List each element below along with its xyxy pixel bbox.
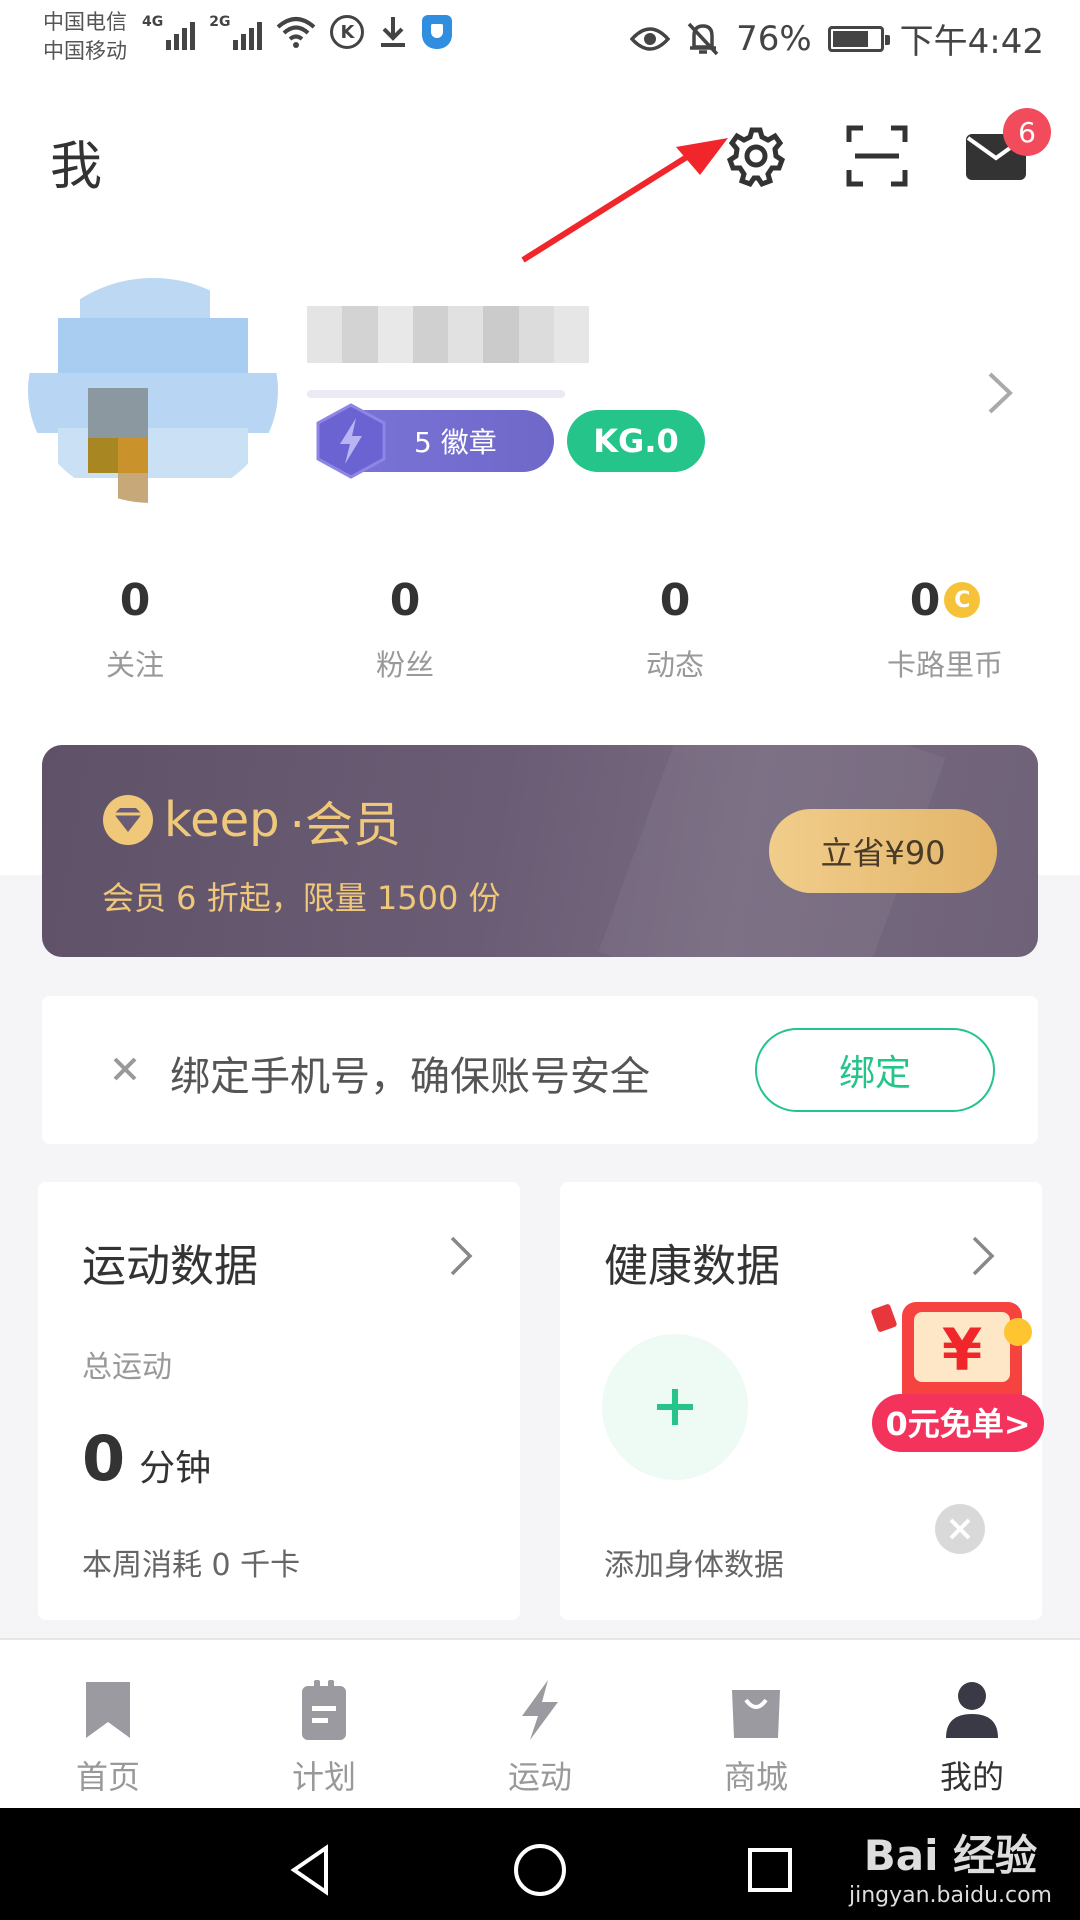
vip-brand-suffix: ·会员 bbox=[289, 797, 401, 853]
recents-square-icon[interactable] bbox=[740, 1840, 800, 1900]
k-app-icon: K bbox=[330, 15, 365, 49]
battery-fill bbox=[832, 30, 868, 47]
health-data-title: 健康数据 bbox=[604, 1241, 780, 1292]
lightning-icon bbox=[522, 1680, 558, 1740]
keep-vip-logo: keep ·会员 bbox=[102, 785, 401, 855]
bookmark-icon bbox=[86, 1682, 130, 1738]
stat-following[interactable]: 0 关注 bbox=[35, 572, 235, 684]
tab-store[interactable]: 商城 bbox=[676, 1678, 836, 1798]
clipboard-icon bbox=[302, 1680, 346, 1740]
battery-icon bbox=[827, 25, 890, 52]
vip-membership-banner[interactable]: keep ·会员 会员 6 折起，限量 1500 份 立省¥90 bbox=[42, 745, 1038, 957]
signal-2g-icon: 2G bbox=[209, 14, 263, 50]
tab-home-label: 首页 bbox=[75, 1758, 140, 1796]
watermark-line-2: jingyan.baidu.com bbox=[848, 1883, 1052, 1908]
close-icon bbox=[949, 1518, 971, 1540]
wifi-icon bbox=[277, 17, 316, 48]
download-icon bbox=[381, 17, 406, 47]
settings-gear-icon[interactable] bbox=[724, 124, 788, 188]
signal-4g-label: 4G bbox=[142, 14, 164, 30]
promo-label: 0元免单> bbox=[885, 1405, 1030, 1443]
red-annotation-arrow bbox=[521, 138, 728, 263]
stat-coins-label: 卡路里币 bbox=[886, 648, 1003, 682]
watermark-line-1: Bai 经验 bbox=[863, 1831, 1038, 1880]
coin-icon: C bbox=[944, 582, 981, 618]
home-circle-icon[interactable] bbox=[510, 1840, 570, 1900]
tab-plan[interactable]: 计划 bbox=[244, 1678, 404, 1798]
baidu-jingyan-watermark: Bai 经验 jingyan.baidu.com bbox=[849, 1822, 1052, 1908]
bind-button[interactable]: 绑定 bbox=[755, 1028, 995, 1112]
status-bar: 中国电信 中国移动 4G 2G K 76% 下午4:42 bbox=[0, 0, 1080, 75]
bell-muted-icon bbox=[687, 22, 719, 55]
shopping-bag-icon bbox=[732, 1690, 780, 1738]
tab-home[interactable]: 首页 bbox=[28, 1678, 188, 1798]
tab-workout-label: 运动 bbox=[507, 1758, 572, 1796]
promo-yen-symbol: ¥ bbox=[942, 1316, 982, 1384]
eye-icon bbox=[630, 26, 671, 51]
status-icons-left: 4G 2G K bbox=[142, 14, 453, 50]
tab-plan-label: 计划 bbox=[291, 1758, 356, 1796]
chevron-right-icon bbox=[450, 1236, 473, 1276]
close-icon[interactable] bbox=[100, 1044, 150, 1094]
minutes-unit: 分钟 bbox=[139, 1448, 212, 1489]
stat-following-value: 0 bbox=[119, 574, 151, 626]
promo-close-button[interactable] bbox=[935, 1504, 985, 1554]
username-blurred bbox=[307, 306, 589, 363]
vip-brand: keep bbox=[164, 792, 280, 848]
signal-4g-icon: 4G bbox=[142, 14, 196, 50]
clock: 下午4:42 bbox=[899, 22, 1044, 62]
bind-phone-text: 绑定手机号，确保账号安全 bbox=[170, 1054, 650, 1100]
sport-data-title: 运动数据 bbox=[82, 1241, 258, 1292]
tab-me[interactable]: 我的 bbox=[892, 1678, 1052, 1798]
stat-followers-value: 0 bbox=[389, 574, 421, 626]
stat-posts[interactable]: 0 动态 bbox=[575, 572, 775, 684]
page-title: 我 bbox=[50, 137, 103, 197]
add-body-data-button[interactable] bbox=[602, 1334, 748, 1480]
name-underline bbox=[307, 390, 565, 398]
security-shield-icon bbox=[422, 15, 453, 49]
add-body-data-label: 添加身体数据 bbox=[604, 1548, 784, 1583]
weekly-calories-text: 本周消耗 0 千卡 bbox=[82, 1548, 301, 1583]
badges-label: 5 徽章 bbox=[414, 426, 497, 459]
tab-me-label: 我的 bbox=[939, 1758, 1004, 1796]
total-sport-value: 0 分钟 bbox=[82, 1422, 211, 1495]
kg-level-badge[interactable]: KG.0 bbox=[567, 410, 705, 472]
stat-calorie-coins[interactable]: 0 C 卡路里币 bbox=[845, 572, 1045, 684]
back-triangle-icon[interactable] bbox=[280, 1840, 340, 1900]
system-navigation-bar: Bai 经验 jingyan.baidu.com bbox=[0, 1808, 1080, 1920]
diamond-icon bbox=[103, 795, 153, 845]
lightning-badge-icon bbox=[316, 403, 386, 479]
status-icons-right: 76% 下午4:42 bbox=[630, 14, 1044, 63]
carrier-2: 中国移动 bbox=[43, 39, 127, 63]
free-order-promo-icon[interactable]: ¥ 0元免单> bbox=[868, 1296, 1048, 1466]
stat-followers[interactable]: 0 粉丝 bbox=[305, 572, 505, 684]
stat-following-label: 关注 bbox=[105, 648, 164, 682]
carrier-names: 中国电信 中国移动 bbox=[43, 8, 127, 66]
avatar[interactable] bbox=[28, 278, 278, 503]
bind-phone-card: 绑定手机号，确保账号安全 绑定 bbox=[42, 996, 1038, 1144]
mail-notification-badge: 6 bbox=[1003, 108, 1051, 156]
stat-coins-value: 0 bbox=[909, 574, 941, 626]
person-icon bbox=[946, 1682, 998, 1738]
vip-subtitle: 会员 6 折起，限量 1500 份 bbox=[102, 879, 501, 917]
total-sport-label: 总运动 bbox=[82, 1350, 172, 1385]
screen: 中国电信 中国移动 4G 2G K 76% 下午4:42 我 6 5 徽章 KG… bbox=[0, 0, 1080, 1920]
scan-icon[interactable] bbox=[845, 124, 909, 188]
sport-data-card[interactable]: 运动数据 总运动 0 分钟 本周消耗 0 千卡 bbox=[38, 1182, 520, 1620]
chevron-right-icon bbox=[972, 1236, 995, 1276]
tab-store-label: 商城 bbox=[723, 1758, 788, 1796]
signal-2g-label: 2G bbox=[209, 14, 231, 30]
vip-save-button[interactable]: 立省¥90 bbox=[769, 809, 997, 893]
stat-coins-row: 0 C bbox=[845, 572, 1045, 628]
carrier-1: 中国电信 bbox=[43, 10, 127, 34]
stat-posts-value: 0 bbox=[659, 574, 691, 626]
bottom-tab-bar: 首页 计划 运动 商城 我的 bbox=[0, 1638, 1080, 1808]
profile-chevron-right-icon[interactable] bbox=[985, 370, 1015, 416]
stat-followers-label: 粉丝 bbox=[375, 648, 434, 682]
tab-workout[interactable]: 运动 bbox=[460, 1678, 620, 1798]
stat-posts-label: 动态 bbox=[645, 648, 704, 682]
minutes-value: 0 bbox=[82, 1422, 126, 1495]
battery-percent: 76% bbox=[736, 18, 812, 59]
plus-icon bbox=[657, 1389, 693, 1425]
